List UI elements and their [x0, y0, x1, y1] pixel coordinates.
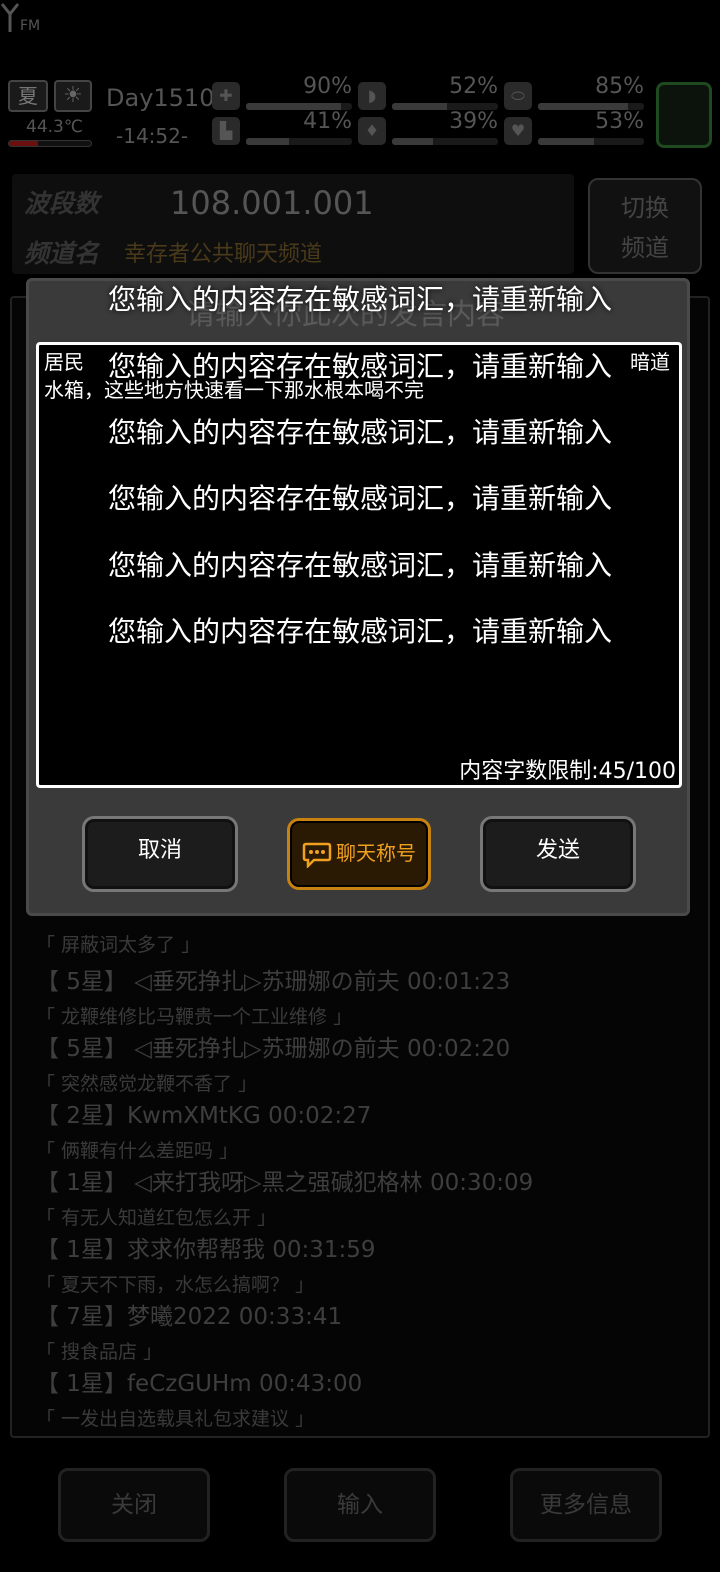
stat-thirst: ♦ 39% [358, 109, 498, 145]
temperature-readout: 44.3℃ [26, 117, 83, 137]
equipment-slot[interactable] [656, 82, 712, 148]
sun-icon: ☀ [54, 80, 92, 112]
stat-health: ✚ 90% [212, 74, 352, 110]
switch-channel-button[interactable]: 切换 频道 [588, 178, 702, 274]
medkit-icon: ✚ [212, 82, 240, 110]
channel-name: 幸存者公共聊天频道 [124, 242, 323, 267]
stat-immunity: ⬭ 85% [504, 74, 644, 110]
more-info-button[interactable]: 更多信息 [510, 1468, 662, 1542]
capsule-icon: ⬭ [504, 82, 532, 110]
stomach-icon: ◗ [358, 82, 386, 110]
temperature-bar [8, 140, 92, 147]
boot-icon: ▙ [212, 117, 240, 145]
frequency-readout: 108.001.001 [170, 184, 374, 222]
band-label: 波段数 [24, 189, 100, 218]
sensitive-word-toast: 您输入的内容存在敏感词汇，请重新输入 [107, 416, 612, 449]
char-limit-counter: 内容字数限制:45/100 [459, 759, 676, 784]
heart-icon: ♥ [504, 117, 532, 145]
chat-bubble-icon [302, 842, 332, 868]
sensitive-word-toast: 您输入的内容存在敏感词汇，请重新输入 [107, 482, 612, 515]
list-item: 【 5星】 ◁垂死挣扎▷苏珊娜の前夫 00:01:23 「 龙鞭维修比马鞭贵一个… [36, 969, 511, 1028]
sensitive-word-toast: 您输入的内容存在敏感词汇，请重新输入 [107, 350, 612, 383]
water-drop-icon: ♦ [358, 117, 386, 145]
list-item: 【 7星】梦曦2022 00:33:41 「 搜食品店 」 [36, 1304, 343, 1363]
cancel-button[interactable]: 取消 [82, 816, 238, 892]
chat-nickname-button[interactable]: 聊天称号 [287, 818, 431, 890]
list-item: 【 1星】 ◁来打我呀▷黑之强碱犯格林 00:30:09 「 有无人知道红包怎么… [36, 1170, 534, 1229]
send-button[interactable]: 发送 [480, 816, 636, 892]
antenna-icon: FM [0, 3, 40, 34]
game-clock: -14:52- [116, 124, 189, 148]
sensitive-word-toast: 您输入的内容存在敏感词汇，请重新输入 [107, 283, 612, 316]
channel-label: 频道名 [24, 239, 100, 268]
sensitive-word-toast: 您输入的内容存在敏感词汇，请重新输入 [107, 615, 612, 648]
input-button[interactable]: 输入 [284, 1468, 436, 1542]
sensitive-word-toast: 您输入的内容存在敏感词汇，请重新输入 [107, 549, 612, 582]
stat-hunger: ◗ 52% [358, 74, 498, 110]
season-indicator: 夏 [8, 80, 48, 112]
stat-mood: ♥ 53% [504, 109, 644, 145]
list-item: 【 5星】 ◁垂死挣扎▷苏珊娜の前夫 00:02:20 「 突然感觉龙鞭不香了 … [36, 1036, 511, 1095]
list-item: 【 1星】求求你帮帮我 00:31:59 「 夏天不下雨，水怎么搞啊？ 」 [36, 1237, 376, 1296]
svg-text:FM: FM [20, 18, 40, 34]
list-item: 【 1星】feCzGUHm 00:43:00 「 一发出自选载具礼包求建议 」 [36, 1371, 363, 1430]
list-item: 【 2星】KwmXMtKG 00:02:27 「 俩鞭有什么差距吗 」 [36, 1103, 372, 1162]
close-button[interactable]: 关闭 [58, 1468, 210, 1542]
list-item: 「 屏蔽词太多了 」 [36, 934, 201, 956]
stat-stamina: ▙ 41% [212, 109, 352, 145]
day-counter: Day1510 [106, 84, 215, 112]
